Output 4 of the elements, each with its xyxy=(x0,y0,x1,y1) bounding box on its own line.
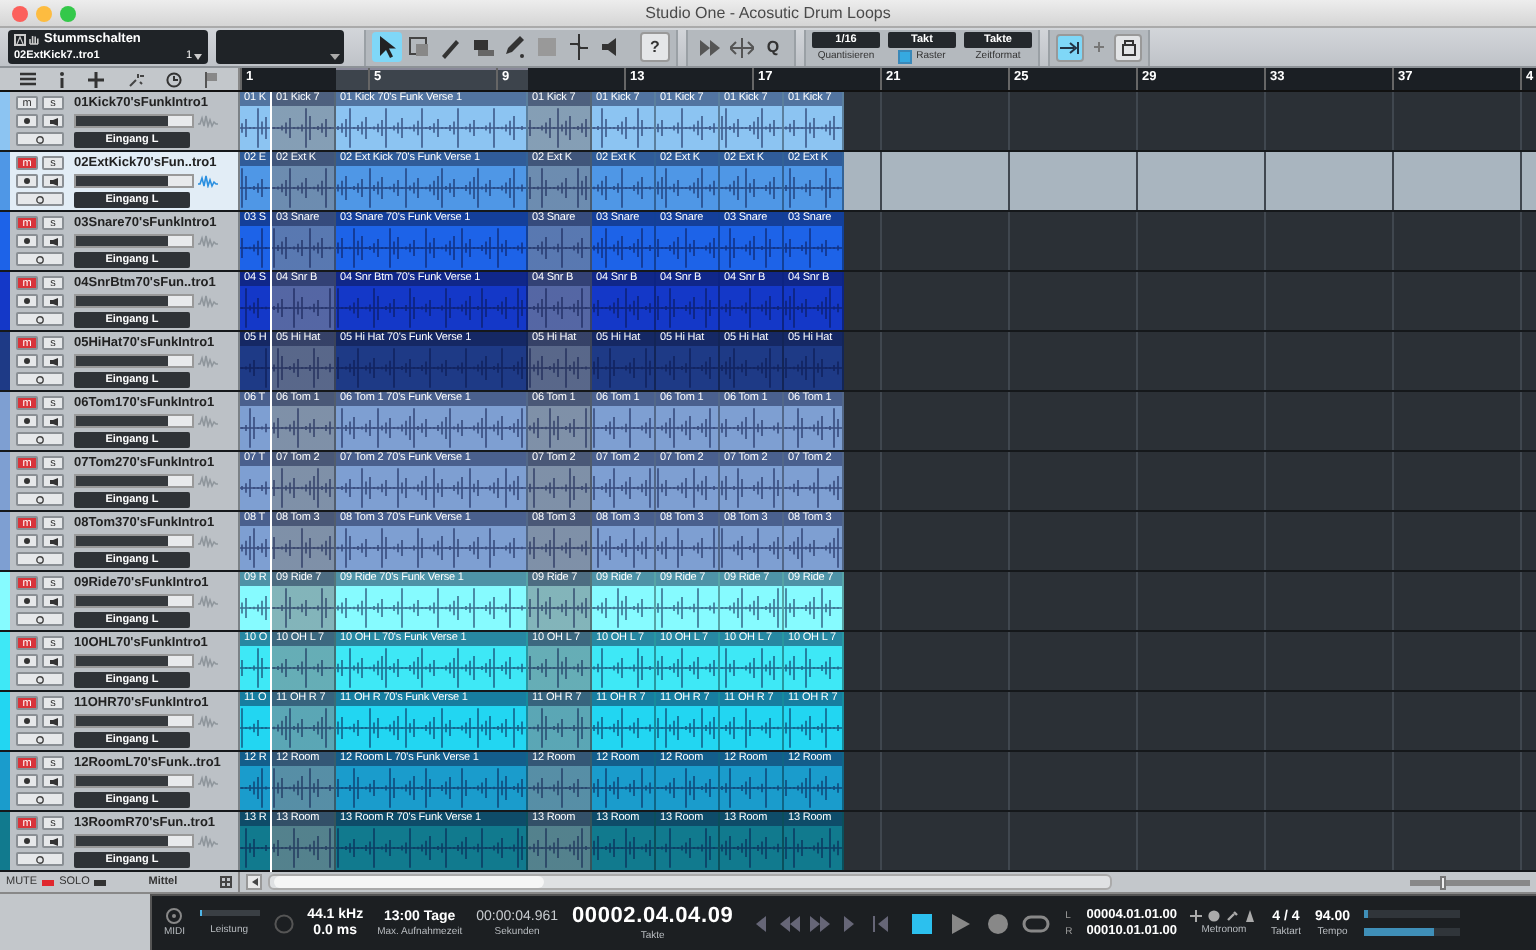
window-title: Studio One - Acosutic Drum Loops xyxy=(643,4,893,22)
help-button[interactable]: ? xyxy=(640,32,670,62)
position-display: 00002.04.04.09 xyxy=(572,904,734,928)
quantize-button[interactable]: Q xyxy=(758,32,788,62)
